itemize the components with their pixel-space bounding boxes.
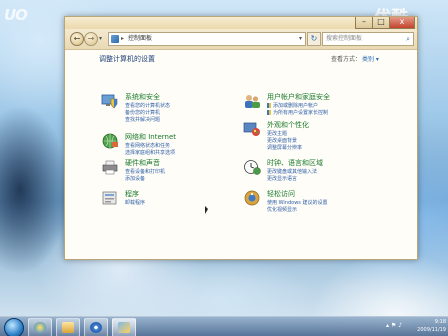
taskbar-button-ie[interactable]	[28, 318, 52, 336]
link-troubleshoot[interactable]: 查找并解决问题	[125, 116, 160, 123]
uac-shield-icon	[267, 103, 271, 108]
breadcrumb-separator[interactable]: ▸	[121, 33, 124, 45]
control-panel-icon	[111, 35, 119, 43]
category-title[interactable]: 程序	[125, 189, 139, 199]
back-button[interactable]: ←	[70, 32, 84, 46]
system-tray-icons[interactable]: ▴ ⚑ ♪	[386, 322, 402, 329]
watermark-left: UO	[4, 6, 28, 24]
folder-icon	[62, 322, 74, 333]
link-add-device[interactable]: 添加设备	[125, 175, 145, 182]
clock-date[interactable]: 2009/11/19	[414, 327, 446, 333]
forward-button[interactable]: →	[84, 32, 98, 46]
control-panel-window: – □ x ← → ▾ ▸ 控制面板 ▾ ↻ 搜索控制面板 ⌕ 调整计算机的设置…	[64, 16, 418, 260]
link-change-theme[interactable]: 更改主题	[267, 130, 287, 137]
ease-of-access-icon	[244, 190, 260, 206]
link-uninstall[interactable]: 卸载程序	[125, 199, 145, 206]
address-bar[interactable]: ▸ 控制面板 ▾	[108, 32, 306, 46]
desktop: UO ▶优酷 – □ x ← → ▾ ▸ 控制面板 ▾ ↻ 搜索控制面板 ⌕	[0, 0, 448, 336]
link-homegroup[interactable]: 选择家庭组和共享选项	[125, 149, 175, 156]
printer-icon	[102, 160, 118, 175]
shield-computer-icon	[101, 94, 118, 109]
title-bar[interactable]: – □ x	[65, 17, 417, 29]
link-screen-resolution[interactable]: 调整屏幕分辨率	[267, 144, 302, 151]
start-button[interactable]	[4, 318, 24, 336]
navigation-bar: ← → ▾ ▸ 控制面板 ▾ ↻ 搜索控制面板 ⌕	[65, 29, 417, 50]
taskbar-button-media-player[interactable]	[84, 318, 108, 336]
category-programs: 程序 卸载程序	[101, 189, 231, 213]
category-title[interactable]: 系统和安全	[125, 92, 160, 102]
link-check-status[interactable]: 查看您的计算机状态	[125, 102, 170, 109]
clock-time[interactable]: 9:18	[414, 319, 446, 325]
link-desktop-background[interactable]: 更改桌面背景	[267, 137, 297, 144]
mouse-pointer-icon	[205, 206, 208, 214]
address-dropdown-icon[interactable]: ▾	[299, 33, 302, 45]
refresh-button[interactable]: ↻	[307, 32, 321, 46]
category-hardware-sound: 硬件和声音 查看设备和打印机 添加设备	[101, 158, 231, 188]
link-text[interactable]: 为所有用户设置家长控制	[273, 110, 328, 116]
view-by-label: 查看方式：	[331, 56, 362, 63]
link-optimize-display[interactable]: 优化视频显示	[267, 206, 297, 213]
link-network-status[interactable]: 查看网络状态和任务	[125, 142, 170, 149]
search-placeholder: 搜索控制面板	[326, 35, 363, 42]
media-player-icon	[90, 322, 102, 333]
category-appearance: 外观和个性化 更改主题 更改桌面背景 调整屏幕分辨率	[243, 120, 393, 156]
taskbar: ▴ ⚑ ♪ 9:18 2009/11/19	[0, 316, 448, 336]
category-user-accounts: 用户帐户和家庭安全 添加或删除用户帐户 为所有用户设置家长控制	[243, 92, 393, 122]
control-panel-icon	[118, 322, 130, 333]
category-system-security: 系统和安全 查看您的计算机状态 备份您的计算机 查找并解决问题	[101, 92, 231, 128]
recent-pages-dropdown[interactable]: ▾	[99, 35, 102, 42]
category-title[interactable]: 用户帐户和家庭安全	[267, 92, 330, 102]
category-clock-language: 时钟、语言和区域 更改键盘或其他输入法 更改显示语言	[243, 158, 393, 188]
search-input[interactable]: 搜索控制面板 ⌕	[322, 32, 414, 46]
category-title[interactable]: 轻松访问	[267, 189, 295, 199]
taskbar-button-control-panel[interactable]	[112, 318, 136, 336]
internet-explorer-icon	[34, 322, 46, 333]
main-content: 调整计算机的设置 查看方式： 类别 ▾ 系统和安全 查看您的计算机状态 备份您的…	[65, 50, 417, 259]
category-title[interactable]: 外观和个性化	[267, 120, 309, 130]
link-recommended-settings[interactable]: 使用 Windows 建议的设置	[267, 199, 328, 206]
link-add-remove-users[interactable]: 添加或删除用户帐户	[267, 102, 318, 109]
search-icon[interactable]: ⌕	[406, 33, 410, 45]
page-title: 调整计算机的设置	[99, 55, 155, 63]
maximize-button[interactable]: □	[372, 17, 390, 29]
taskbar-button-explorer[interactable]	[56, 318, 80, 336]
category-title[interactable]: 硬件和声音	[125, 158, 160, 168]
uac-shield-icon	[267, 110, 271, 115]
close-button[interactable]: x	[389, 17, 415, 29]
view-by-dropdown[interactable]: 类别 ▾	[362, 54, 379, 63]
link-display-language[interactable]: 更改显示语言	[267, 175, 297, 182]
appearance-icon	[243, 122, 260, 136]
clock-globe-icon	[244, 160, 261, 175]
category-title[interactable]: 时钟、语言和区域	[267, 158, 323, 168]
link-backup[interactable]: 备份您的计算机	[125, 109, 160, 116]
users-icon	[245, 95, 260, 108]
programs-icon	[102, 191, 117, 205]
globe-network-icon	[102, 133, 118, 149]
category-ease-of-access: 轻松访问 使用 Windows 建议的设置 优化视频显示	[243, 189, 393, 219]
link-parental-controls[interactable]: 为所有用户设置家长控制	[267, 109, 328, 116]
link-devices-printers[interactable]: 查看设备和打印机	[125, 168, 165, 175]
category-title[interactable]: 网络和 Internet	[125, 132, 176, 142]
minimize-button[interactable]: –	[355, 17, 373, 29]
breadcrumb-control-panel[interactable]: 控制面板	[128, 33, 152, 45]
link-change-keyboard[interactable]: 更改键盘或其他输入法	[267, 168, 317, 175]
